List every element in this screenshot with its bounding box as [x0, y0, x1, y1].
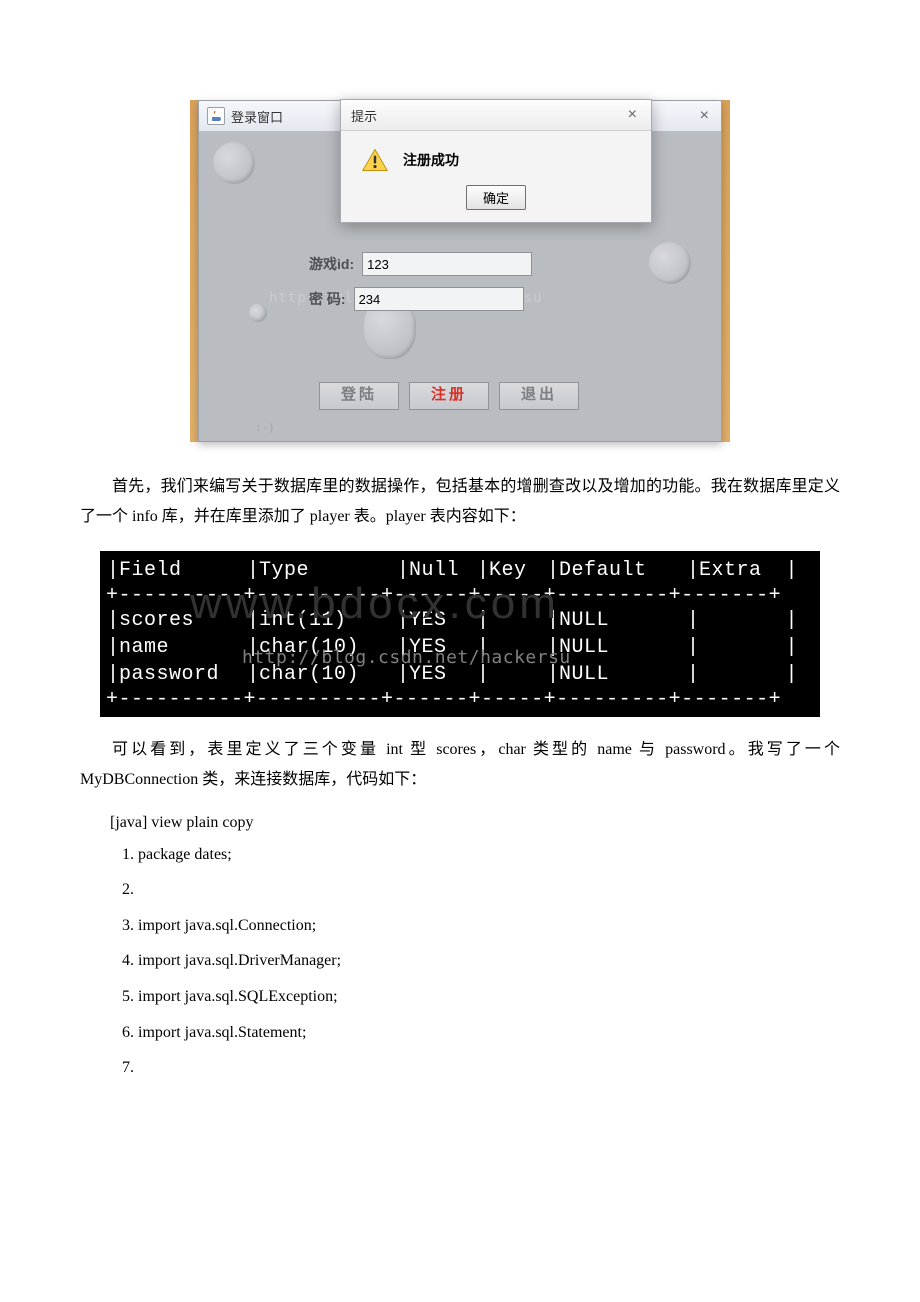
warning-triangle-icon — [361, 147, 389, 173]
cell-key — [480, 609, 550, 632]
col-header-null: Null — [400, 559, 480, 582]
cell-key — [480, 636, 550, 659]
body-paragraph: 首先，我们来编写关于数据库里的数据操作，包括基本的增删查改以及增加的功能。我在数… — [80, 472, 840, 533]
code-line: import java.sql.Statement; — [138, 1020, 840, 1046]
cell-field: name — [110, 636, 250, 659]
col-header-extra: Extra — [690, 559, 790, 582]
cell-field: scores — [110, 609, 250, 632]
cell-null: YES — [400, 663, 480, 686]
cell-type: char(10) — [250, 636, 400, 659]
password-input[interactable] — [354, 287, 524, 311]
cell-field: password — [110, 663, 250, 686]
dialog-actions: 确定 — [341, 181, 651, 222]
col-header-type: Type — [250, 559, 400, 582]
game-id-input[interactable] — [362, 252, 532, 276]
cell-default: NULL — [550, 636, 690, 659]
table-separator: +----------+----------+------+-----+----… — [100, 688, 820, 711]
body-paragraph: 可以看到，表里定义了三个变量 int 型 scores，char 类型的 nam… — [80, 735, 840, 796]
game-id-row: 游戏id: — [309, 252, 532, 276]
code-line — [138, 877, 840, 903]
login-button[interactable]: 登陆 — [319, 382, 399, 410]
cookie-decoration — [249, 304, 267, 322]
dialog-body: 注册成功 — [341, 131, 651, 181]
code-line: import java.sql.DriverManager; — [138, 948, 840, 974]
java-cup-icon — [207, 107, 225, 125]
ascii-face: :-) — [255, 421, 275, 434]
col-header-key: Key — [480, 559, 550, 582]
game-id-label: 游戏id: — [309, 254, 354, 274]
password-label: 密 码: — [309, 289, 346, 309]
col-header-field: Field — [110, 559, 250, 582]
login-window-close-icon[interactable]: × — [696, 107, 713, 125]
code-listing: package dates; import java.sql.Connectio… — [114, 842, 840, 1081]
dialog-message: 注册成功 — [403, 150, 459, 170]
cell-default: NULL — [550, 609, 690, 632]
dialog-title: 提示 — [351, 106, 377, 125]
document-page: 登录窗口 × http://blog.csdn.net/hackersu 游戏i… — [0, 0, 920, 1151]
cell-extra — [690, 636, 790, 659]
message-dialog: 提示 × 注册成功 确定 — [340, 99, 652, 223]
dialog-ok-button[interactable]: 确定 — [466, 185, 526, 210]
cell-type: int(11) — [250, 609, 400, 632]
cookie-decoration — [649, 242, 691, 284]
code-line: package dates; — [138, 842, 840, 868]
dialog-close-icon[interactable]: × — [624, 106, 641, 124]
table-row: scores int(11) YES NULL — [100, 607, 820, 634]
col-header-default: Default — [550, 559, 690, 582]
cell-extra — [690, 663, 790, 686]
cookie-decoration — [213, 142, 255, 184]
cell-type: char(10) — [250, 663, 400, 686]
exit-button[interactable]: 退出 — [499, 382, 579, 410]
code-line: import java.sql.SQLException; — [138, 984, 840, 1010]
code-line: import java.sql.Connection; — [138, 913, 840, 939]
cell-null: YES — [400, 636, 480, 659]
login-window-title: 登录窗口 — [231, 107, 283, 126]
cell-key — [480, 663, 550, 686]
table-row: name char(10) YES NULL — [100, 634, 820, 661]
table-row: password char(10) YES NULL — [100, 661, 820, 688]
login-button-row: 登陆 注册 退出 — [319, 382, 579, 410]
mysql-describe-output: Field Type Null Key Default Extra +-----… — [100, 551, 820, 717]
password-row: 密 码: — [309, 287, 524, 311]
code-line — [138, 1055, 840, 1081]
cell-default: NULL — [550, 663, 690, 686]
code-toolbar-label: [java] view plain copy — [110, 814, 840, 832]
cell-null: YES — [400, 609, 480, 632]
cell-extra — [690, 609, 790, 632]
dialog-titlebar: 提示 × — [341, 100, 651, 131]
table-separator: +----------+----------+------+-----+----… — [100, 584, 820, 607]
login-screenshot: 登录窗口 × http://blog.csdn.net/hackersu 游戏i… — [190, 100, 730, 442]
register-button[interactable]: 注册 — [409, 382, 489, 410]
table-header-row: Field Type Null Key Default Extra — [100, 557, 820, 584]
